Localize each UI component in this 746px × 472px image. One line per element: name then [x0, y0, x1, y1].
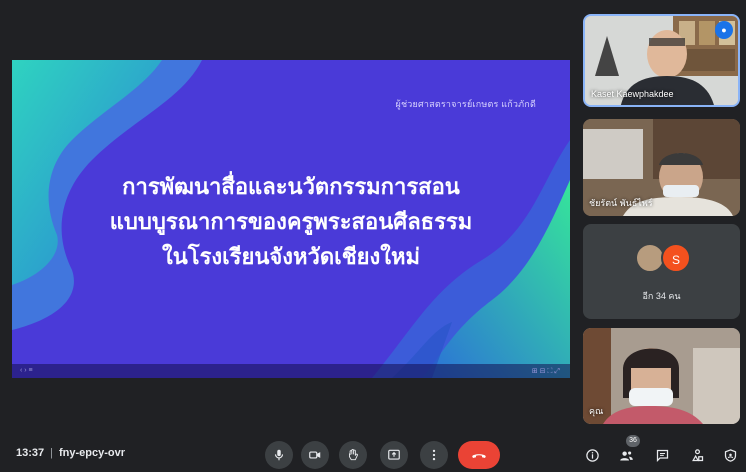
participant-name: Kaset Kaewphakdee: [591, 89, 674, 99]
more-options-button[interactable]: [420, 441, 448, 469]
meeting-info: 13:37 | fny-epcy-ovr: [16, 447, 125, 459]
meeting-code[interactable]: fny-epcy-ovr: [59, 447, 125, 459]
end-call-icon: [472, 454, 486, 458]
clock: 13:37: [16, 447, 45, 459]
host-controls-button[interactable]: [718, 443, 742, 467]
avatar: S: [661, 243, 691, 273]
mic-icon: [274, 449, 284, 461]
activities-icon: [691, 448, 703, 461]
other-participants-tile[interactable]: S อีก 34 คน: [583, 224, 740, 319]
raise-hand-button[interactable]: [339, 441, 367, 469]
slide-title: การพัฒนาสื่อและนวัตกรรมการสอน แบบบูรณากา…: [12, 170, 570, 275]
self-view-tile[interactable]: คุณ: [583, 328, 740, 424]
camera-icon: [309, 451, 321, 459]
slide-controls-bar: ‹ › ≡ ⊞ ⊟ ⛶ ⤢: [12, 364, 570, 378]
slide-nav-controls[interactable]: ‹ › ≡: [20, 367, 33, 374]
info-icon: [585, 448, 599, 462]
hand-icon: [349, 448, 358, 461]
people-count-badge: 36: [626, 435, 640, 447]
chat-icon: [656, 449, 668, 462]
self-name-label: คุณ: [589, 406, 604, 416]
present-icon: [388, 449, 400, 460]
others-count-label: อีก 34 คน: [642, 291, 681, 301]
slide-title-line: แบบบูรณาการของครูพระสอนศีลธรรม: [109, 210, 473, 235]
people-icon: [619, 450, 633, 460]
participant-tile[interactable]: ชัยรัตน์ พันธ์ไพร์: [583, 119, 740, 216]
camera-button[interactable]: [301, 441, 329, 469]
presenter-name: ผู้ช่วยศาสตราจารย์เกษตร แก้วภักดี: [395, 99, 536, 109]
presentation-stage: ผู้ช่วยศาสตราจารย์เกษตร แก้วภักดี การพัฒ…: [12, 60, 570, 378]
self-video: [583, 328, 740, 424]
end-call-button[interactable]: [458, 441, 500, 469]
separator: |: [50, 447, 53, 459]
participant-avatars: S: [635, 243, 695, 273]
chat-button[interactable]: [650, 443, 674, 467]
slide-title-line: การพัฒนาสื่อและนวัตกรรมการสอน: [122, 175, 460, 200]
meeting-details-button[interactable]: [580, 443, 604, 467]
security-icon: [724, 448, 736, 462]
participant-name: ชัยรัตน์ พันธ์ไพร์: [589, 198, 653, 208]
slide-view-controls[interactable]: ⊞ ⊟ ⛶ ⤢: [532, 367, 560, 376]
activities-button[interactable]: [685, 443, 709, 467]
microphone-button[interactable]: [265, 441, 293, 469]
more-icon: [432, 449, 436, 461]
present-screen-button[interactable]: [380, 441, 408, 469]
speaking-indicator-icon: ●: [715, 21, 733, 39]
participant-tile-speaker[interactable]: ● Kaset Kaewphakdee: [583, 14, 740, 107]
slide-title-line: ในโรงเรียนจังหวัดเชียงใหม่: [161, 245, 421, 270]
